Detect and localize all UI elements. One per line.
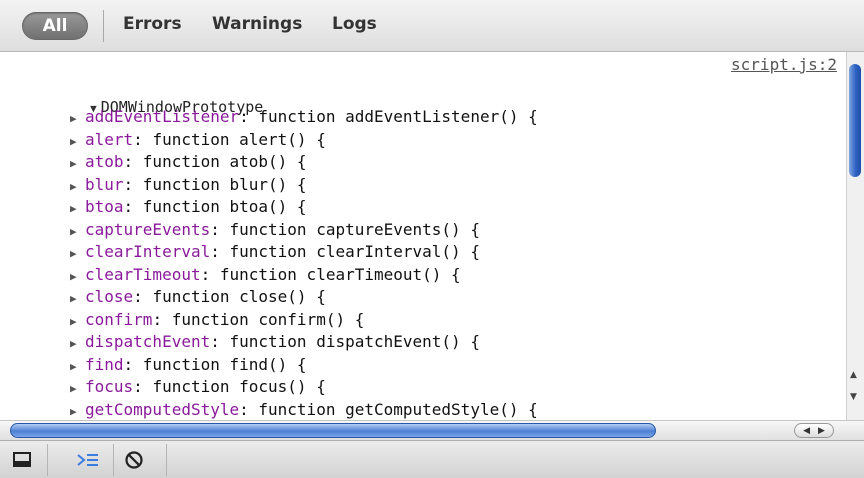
console-filter-bar: All Errors Warnings Logs [0,0,864,52]
property-row[interactable]: ▶ atob: function atob() { [70,151,538,174]
filter-warnings-button[interactable]: Warnings [212,14,302,34]
property-key: focus [85,377,134,396]
property-row[interactable]: ▶ focus: function focus() { [70,376,538,399]
property-key: clearTimeout [85,264,201,284]
clear-console-button[interactable] [116,444,152,476]
property-list: ▶ addEventListener: function addEventList… [70,106,538,420]
property-row[interactable]: ▶ captureEvents: function captureEvents()… [70,219,538,242]
property-row[interactable]: ▶ confirm: function confirm() { [70,309,538,332]
scroll-right-icon[interactable]: ▶ [818,426,825,436]
console-prompt-icon [77,454,98,466]
disclosure-collapsed-icon[interactable]: ▶ [70,266,80,289]
property-value: : function find() { [123,354,307,374]
property-key: clearInterval [85,242,211,261]
property-value: : function dispatchEvent() { [210,332,480,351]
clear-console-icon [125,451,143,469]
property-value: : function captureEvents() { [210,219,480,239]
property-row[interactable]: ▶ find: function find() { [70,354,538,377]
property-row[interactable]: ▶ clearInterval: function clearInterval()… [70,241,538,264]
console-output: script.js:2 ▼ DOMWindowPrototype ▶ addEven… [0,52,846,420]
toolbar-separator [166,444,167,476]
property-value: : function addEventListener() { [239,107,538,126]
property-value: : function btoa() { [123,197,307,216]
toolbar-separator [113,444,114,476]
property-value: : function clearInterval() { [210,242,480,261]
filter-all-button[interactable]: All [22,12,88,40]
disclosure-collapsed-icon[interactable]: ▶ [70,378,80,401]
property-row[interactable]: ▶ getComputedStyle: function getComputedS… [70,399,538,421]
toolbar-separator [47,444,48,476]
property-value: : function alert() { [133,129,326,149]
source-link[interactable]: script.js:2 [731,55,837,74]
property-value: : function atob() { [123,152,307,171]
disclosure-collapsed-icon[interactable]: ▶ [70,401,80,421]
property-row[interactable]: ▶ close: function close() { [70,286,538,309]
scroll-up-icon[interactable]: ▲ [850,370,857,380]
property-key: addEventListener [85,107,240,126]
property-key: find [85,354,124,374]
property-key: alert [85,129,134,149]
vertical-scrollbar[interactable]: ▲ ▼ [846,52,864,420]
property-value: : function confirm() { [152,309,365,329]
property-key: atob [85,152,124,171]
property-value: : function blur() { [123,174,307,194]
property-value: : function getComputedStyle() { [239,399,538,419]
dock-window-button[interactable] [4,444,40,476]
vertical-scroll-thumb[interactable] [849,64,861,177]
property-row[interactable]: ▶ addEventListener: function addEventList… [70,106,538,129]
property-key: getComputedStyle [85,399,240,419]
property-row[interactable]: ▶ alert: function alert() { [70,129,538,152]
console-prompt-button[interactable] [70,444,106,476]
disclosure-collapsed-icon[interactable]: ▶ [70,131,80,154]
property-row[interactable]: ▶ blur: function blur() { [70,174,538,197]
horizontal-scroll-buttons: ◀ ▶ [794,423,834,438]
dock-window-icon [13,452,31,467]
property-key: confirm [85,309,153,329]
scroll-down-icon[interactable]: ▼ [850,392,857,402]
property-value: : function clearTimeout() { [200,264,461,284]
disclosure-collapsed-icon[interactable]: ▶ [70,153,80,176]
scroll-left-icon[interactable]: ◀ [803,426,810,436]
property-value: : function close() { [133,287,326,306]
disclosure-collapsed-icon[interactable]: ▶ [70,311,80,334]
filter-separator [103,10,104,42]
property-row[interactable]: ▶ clearTimeout: function clearTimeout() { [70,264,538,287]
disclosure-collapsed-icon[interactable]: ▶ [70,108,80,131]
filter-logs-button[interactable]: Logs [332,14,377,34]
property-key: blur [85,174,124,194]
disclosure-collapsed-icon[interactable]: ▶ [70,198,80,221]
property-row[interactable]: ▶ btoa: function btoa() { [70,196,538,219]
property-row[interactable]: ▶ dispatchEvent: function dispatchEvent()… [70,331,538,354]
disclosure-collapsed-icon[interactable]: ▶ [70,221,80,244]
disclosure-collapsed-icon[interactable]: ▶ [70,288,80,311]
filter-errors-button[interactable]: Errors [123,14,182,34]
property-key: captureEvents [85,219,211,239]
horizontal-scroll-thumb[interactable] [10,423,656,438]
disclosure-collapsed-icon[interactable]: ▶ [70,243,80,266]
property-key: btoa [85,197,124,216]
disclosure-collapsed-icon[interactable]: ▶ [70,356,80,379]
property-key: close [85,287,134,306]
disclosure-collapsed-icon[interactable]: ▶ [70,176,80,199]
console-toolbar [0,440,864,478]
horizontal-scrollbar[interactable]: ◀ ▶ [0,420,864,440]
disclosure-collapsed-icon[interactable]: ▶ [70,333,80,356]
property-value: : function focus() { [133,377,326,396]
property-key: dispatchEvent [85,332,211,351]
